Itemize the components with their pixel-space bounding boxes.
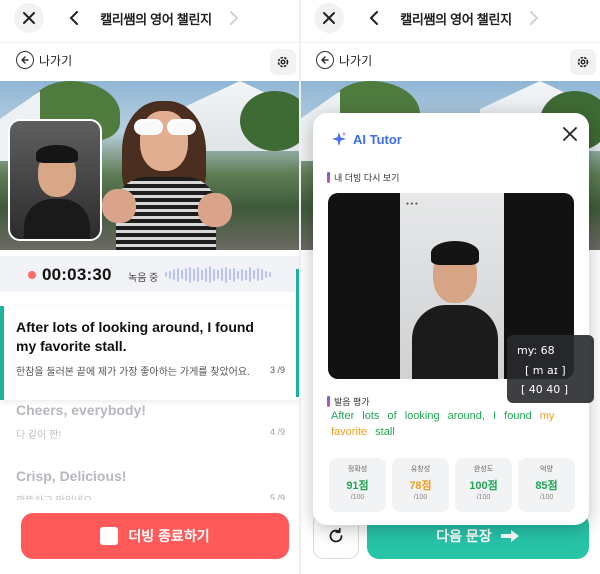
word: around, — [447, 410, 485, 422]
evaluated-sentence: After lots of looking around, I found my… — [331, 408, 575, 440]
word: After — [331, 410, 355, 422]
sentence-card-active[interactable]: After lots of looking around, I found my… — [0, 306, 300, 400]
gear-icon — [577, 56, 589, 68]
waveform-icon — [165, 266, 271, 283]
video-player[interactable] — [0, 81, 300, 250]
exit-button[interactable]: 나가기 — [316, 51, 372, 69]
recording-bar: 00:03:30 녹음 중 — [0, 256, 300, 292]
chevron-right-icon — [530, 11, 539, 25]
eval-section-label: 발음 평가 — [327, 395, 370, 408]
score-intonation: 억양 85점 /100 — [518, 458, 575, 512]
score-fluency: 유창성 78점 /100 — [392, 458, 449, 512]
exit-label: 나가기 — [339, 53, 373, 68]
word: I — [493, 410, 497, 422]
word: found — [504, 410, 532, 422]
page-title: 캘리쌤의 영어 챌린지 — [100, 12, 212, 27]
chevron-right-icon — [230, 11, 239, 25]
top-bar: 캘리쌤의 영어 챌린지 — [0, 0, 300, 36]
settings-button[interactable] — [570, 49, 596, 75]
close-button[interactable] — [14, 3, 44, 33]
sub-bar: 나가기 — [0, 42, 300, 80]
ai-tutor-modal: AI Tutor 내 더빙 다시 보기 ● ● ● 발음 평가 After lo… — [313, 113, 589, 525]
word: my — [539, 410, 555, 422]
settings-button[interactable] — [270, 49, 296, 75]
top-bar: 캘리쌤의 영어 챌린지 — [300, 0, 600, 36]
sentence-korean: 다 같이 짠! — [16, 430, 62, 441]
sentence-english: Crisp, Delicious! — [16, 468, 127, 484]
sentence-number: 4 /9 — [270, 427, 286, 437]
camera-preview — [8, 119, 102, 241]
chevron-left-icon — [369, 11, 378, 25]
stop-icon — [100, 527, 119, 545]
end-dubbing-label: 더빙 종료하기 — [128, 528, 210, 544]
arrow-left-icon — [316, 51, 334, 69]
close-icon — [23, 12, 35, 24]
recording-dot-icon — [28, 271, 36, 279]
gear-icon — [277, 56, 289, 68]
sparkle-icon — [332, 132, 346, 146]
sentence-number: 3 /9 — [270, 365, 286, 375]
modal-title-label: AI Tutor — [353, 131, 402, 147]
score-cards: 정확성 91점 /100 유창성 78점 /100 완성도 100점 /100 … — [329, 458, 575, 512]
sentence-korean: 한참을 둘러본 끝에 제가 가장 좋아하는 가게를 찾았어요. — [16, 367, 250, 378]
next-sentence-label: 다음 문장 — [436, 528, 492, 544]
recording-status: 녹음 중 — [128, 273, 159, 284]
pronunciation-tooltip: my: 68 [ m aɪ ] [ 40 40 ] — [507, 335, 594, 403]
arrow-right-icon — [500, 530, 519, 542]
sentence-english: After lots of looking around, I found my… — [16, 319, 254, 354]
recording-time: 00:03:30 — [42, 265, 112, 284]
next-chevron-button[interactable] — [224, 8, 244, 28]
exit-label: 나가기 — [39, 53, 73, 68]
next-chevron-button[interactable] — [524, 8, 544, 28]
prev-button[interactable] — [364, 8, 384, 28]
replay-section-label: 내 더빙 다시 보기 — [327, 171, 399, 184]
word: stall — [375, 426, 395, 438]
word: of — [387, 410, 397, 422]
refresh-icon — [329, 527, 343, 543]
instructor-video — [102, 101, 232, 250]
modal-title: AI Tutor — [331, 131, 402, 147]
arrow-left-icon — [16, 51, 34, 69]
chevron-left-icon — [69, 11, 78, 25]
close-icon[interactable] — [561, 125, 579, 143]
word: lots — [362, 410, 380, 422]
end-dubbing-button[interactable]: 더빙 종료하기 — [21, 513, 289, 559]
score-completeness: 완성도 100점 /100 — [455, 458, 512, 512]
score-accuracy: 정확성 91점 /100 — [329, 458, 386, 512]
exit-button[interactable]: 나가기 — [16, 51, 72, 69]
close-icon — [323, 12, 335, 24]
word: favorite — [331, 426, 368, 438]
sub-bar: 나가기 — [300, 42, 600, 80]
word: looking — [404, 410, 440, 422]
sentence-english: Cheers, everybody! — [16, 402, 146, 418]
close-button[interactable] — [314, 3, 344, 33]
dubbing-panel: 캘리쌤의 영어 챌린지 나가기 00:03:30 녹음 중 After lots… — [0, 0, 300, 574]
page-title: 캘리쌤의 영어 챌린지 — [400, 12, 512, 27]
prev-button[interactable] — [64, 8, 84, 28]
